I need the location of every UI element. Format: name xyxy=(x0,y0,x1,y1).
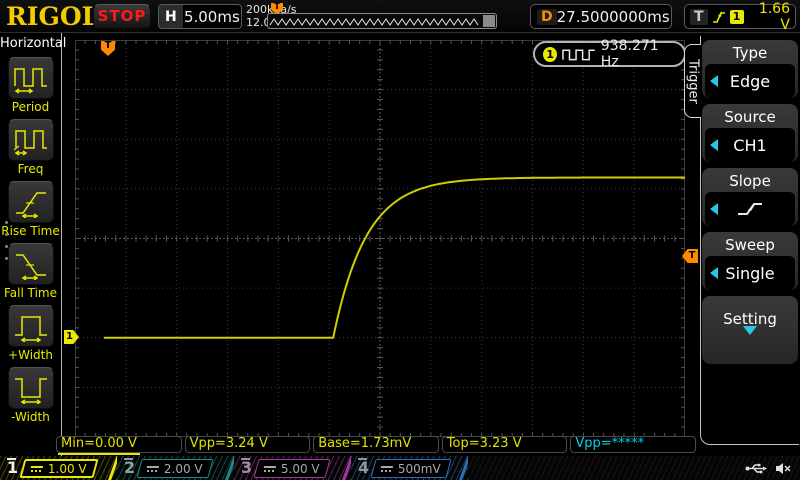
neg-width-icon xyxy=(13,372,49,404)
channel-2-tile[interactable]: 2 2.00 V xyxy=(117,456,234,480)
tile-divider xyxy=(223,456,234,480)
channel-scale: 500mV xyxy=(398,461,441,475)
channel-4-tile[interactable]: 4 500mV xyxy=(351,456,468,480)
dc-coupling-icon xyxy=(381,465,393,471)
channel-number: 3 xyxy=(241,457,252,479)
measure-item-label: +Width xyxy=(0,348,61,362)
oscilloscope-screen: RIGOL STOP H 5.00ms 200kSa/s 12.0k pts T… xyxy=(0,0,800,480)
measure-item-label: Fall Time xyxy=(0,286,61,300)
menu-item-title: Source xyxy=(702,106,798,128)
rising-edge-icon xyxy=(712,10,726,24)
menu-item-title: Sweep xyxy=(702,234,798,256)
delay-readout[interactable]: D 27.5000000ms xyxy=(530,4,672,29)
trigger-level-value: 1.66 V xyxy=(748,1,790,33)
measure-item-label: -Width xyxy=(0,410,61,424)
menu-item-type[interactable]: Type Edge xyxy=(702,40,798,98)
measure-item-rise-time[interactable]: Rise Time xyxy=(0,181,61,238)
freq-icon xyxy=(13,124,49,156)
measure-item-label: Freq xyxy=(0,162,61,176)
tile-divider xyxy=(340,456,351,480)
trigger-source-badge: 1 xyxy=(730,10,744,24)
channel-status-bar: 1 1.00 V 2 2.00 V 3 5.00 V 4 xyxy=(0,456,800,480)
trigger-readout[interactable]: T 1 1.66 V xyxy=(684,4,796,29)
left-arrow-icon xyxy=(710,139,718,151)
left-arrow-icon xyxy=(710,267,718,279)
measure-item-pos-width[interactable]: +Width xyxy=(0,305,61,362)
trigger-label: T xyxy=(690,9,708,25)
horizontal-label: H xyxy=(159,5,183,28)
memory-waveform-icon xyxy=(268,15,482,29)
left-arrow-icon xyxy=(710,75,718,87)
rise-time-icon xyxy=(13,186,49,218)
delay-value: 27.5000000ms xyxy=(557,8,670,26)
measurement-base[interactable]: Base=1.73mV xyxy=(313,436,439,453)
square-wave-icon xyxy=(562,48,596,61)
memory-position-bar[interactable] xyxy=(267,13,497,29)
period-icon xyxy=(13,62,49,94)
menu-item-setting[interactable]: Setting xyxy=(702,296,798,364)
measurement-vpp[interactable]: Vpp=3.24 V xyxy=(185,436,311,453)
channel-number: 2 xyxy=(124,457,135,479)
measure-menu: Horizontal Period Freq xyxy=(0,33,62,456)
speaker-muted-icon xyxy=(775,462,792,475)
tile-divider xyxy=(106,456,117,480)
channel-3-tile[interactable]: 3 5.00 V xyxy=(234,456,351,480)
delay-label: D xyxy=(537,9,557,25)
rigol-logo: RIGOL xyxy=(6,2,99,31)
menu-item-title: Type xyxy=(702,42,798,64)
rising-slope-icon xyxy=(735,200,765,218)
trigger-menu: Type Edge Source CH1 Slope xyxy=(702,40,798,364)
memory-position-handle[interactable] xyxy=(483,15,495,27)
measurement-min[interactable]: Min=0.00 V xyxy=(56,436,182,453)
system-status-icons xyxy=(745,456,792,480)
counter-value: 938.271 Hz xyxy=(601,38,676,70)
graticule xyxy=(75,40,685,437)
menu-item-sweep[interactable]: Sweep Single xyxy=(702,232,798,290)
frequency-counter: 1 938.271 Hz xyxy=(533,41,686,67)
measure-item-period[interactable]: Period xyxy=(0,57,61,114)
channel-number: 1 xyxy=(7,457,18,479)
dc-coupling-icon xyxy=(147,465,159,471)
timebase-value: 5.00ms xyxy=(183,8,241,26)
measurement-top[interactable]: Top=3.23 V xyxy=(442,436,568,453)
menu-item-source[interactable]: Source CH1 xyxy=(702,104,798,162)
fall-time-icon xyxy=(13,248,49,280)
menu-item-slope[interactable]: Slope xyxy=(702,168,798,226)
dc-coupling-icon xyxy=(31,465,43,471)
measure-item-neg-width[interactable]: -Width xyxy=(0,367,61,424)
measure-item-label: Rise Time xyxy=(0,224,61,238)
measure-menu-title: Horizontal xyxy=(0,36,61,51)
dc-coupling-icon xyxy=(264,465,276,471)
measurement-results-bar: Min=0.00 V Vpp=3.24 V Base=1.73mV Top=3.… xyxy=(56,436,696,453)
measurement-highlight-bar xyxy=(58,453,140,455)
measurement-vpp2[interactable]: Vpp=***** xyxy=(570,436,696,453)
left-arrow-icon xyxy=(710,203,718,215)
counter-channel-badge: 1 xyxy=(543,47,557,62)
run-state-indicator[interactable]: STOP xyxy=(93,4,151,29)
tile-divider xyxy=(457,456,468,480)
menu-item-title: Slope xyxy=(702,170,798,192)
measure-item-fall-time[interactable]: Fall Time xyxy=(0,243,61,300)
usb-icon xyxy=(745,463,767,474)
channel-1-tile[interactable]: 1 1.00 V xyxy=(0,456,117,480)
menu-item-value: Edge xyxy=(730,72,770,91)
menu-page-indicator xyxy=(5,221,8,269)
channel-number: 4 xyxy=(358,457,369,479)
trigger-menu-tab: Trigger xyxy=(684,44,701,118)
menu-item-value: CH1 xyxy=(733,136,766,155)
menu-item-title: Setting xyxy=(702,296,798,318)
channel-scale: 2.00 V xyxy=(164,461,203,475)
timebase-readout[interactable]: H 5.00ms xyxy=(158,4,242,29)
measure-item-freq[interactable]: Freq xyxy=(0,119,61,176)
pos-width-icon xyxy=(13,310,49,342)
measure-item-label: Period xyxy=(0,100,61,114)
channel-scale: 1.00 V xyxy=(48,461,87,475)
channel-scale: 5.00 V xyxy=(281,461,320,475)
top-status-bar: RIGOL STOP H 5.00ms 200kSa/s 12.0k pts T… xyxy=(0,0,800,33)
menu-item-value: Single xyxy=(725,264,774,283)
